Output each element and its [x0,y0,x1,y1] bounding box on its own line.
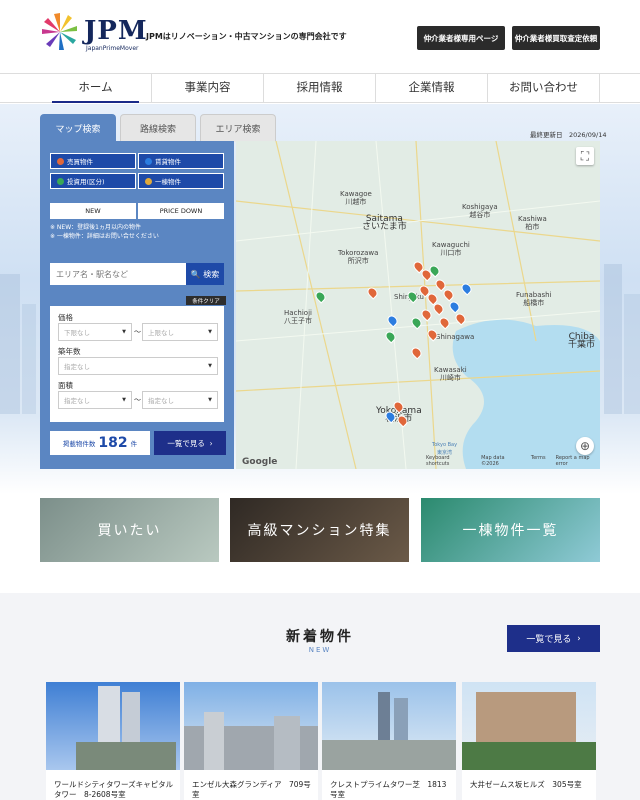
search-button-label: 検索 [203,269,220,279]
nav-business[interactable]: 事業内容 [152,73,264,103]
nav-contact[interactable]: お問い合わせ [488,73,600,103]
property-image [46,682,180,770]
area-search-input[interactable] [50,263,186,285]
map-label-chiba: Chiba 千葉市 [568,332,596,350]
property-name: 大井ゼームス坂ヒルズ 305号室 [470,780,582,789]
property-name: クレストプライムタワー芝 1813号室 [330,780,447,799]
price-down-filter-button[interactable]: PRICE DOWN [138,203,224,219]
property-card[interactable]: エンゼル大森グランディア 709号室 [184,682,318,800]
map-label-kawagoe: Kawagoe 川越市 [340,190,372,206]
property-card[interactable]: ワールドシティタワーズキャピタルタワー 8-2608号室 [46,682,180,800]
nav-company[interactable]: 企業情報 [376,73,488,103]
map-label-funabashi: Funabashi 船橋市 [516,291,552,307]
last-updated: 最終更新日 2026/09/14 [530,131,607,139]
property-image [322,682,456,770]
tab-map-search[interactable]: マップ検索 [40,114,116,142]
google-logo: Google [242,457,278,467]
nav-spacer-left [0,73,40,103]
map-keyboard-shortcuts[interactable]: Keyboard shortcuts [426,455,471,467]
area-max-select[interactable]: 指定なし [142,391,218,409]
pin-icon [145,157,152,165]
map-data-credit: Map data ©2026 [481,455,505,467]
search-button[interactable]: 🔍 検索 [186,263,224,285]
listing-count: 掲載物件数 182 件 [50,431,150,455]
area-tilde: ～ [134,396,141,404]
category-building[interactable]: 一棟物件 [138,173,224,189]
property-image [462,682,596,770]
price-min-select[interactable]: 下限なし [58,323,132,341]
category-label: 投資用(区分) [67,178,105,186]
property-name: エンゼル大森グランディア 709号室 [192,780,311,799]
tab-line-search[interactable]: 路線検索 [120,114,196,142]
banner-buy-label: 買いたい [97,523,162,539]
property-image [184,682,318,770]
agent-request-button[interactable]: 仲介業者様買取査定依頼 [512,26,600,50]
nav-recruit[interactable]: 採用情報 [264,73,376,103]
search-panel: 売買物件 賃貸物件 投資用(区分) 一棟物件 NEW PRICE DOWN ※ … [40,141,234,469]
banner-luxury-label: 高級マンション特集 [247,523,392,539]
new-filter-button[interactable]: NEW [50,203,136,219]
logo-mark[interactable] [40,12,80,56]
view-list-label: 一覧で見る [167,438,205,448]
map-label-saitama: Saitama さいたま市 [362,214,407,232]
price-label: 価格 [58,313,73,322]
pin-icon [57,177,64,185]
banner-building[interactable]: 一棟物件一覧 [421,498,600,562]
age-label: 築年数 [58,347,81,356]
map-report-link[interactable]: Report a map error [556,455,600,467]
pin-icon [145,177,152,185]
pin-icon [57,157,64,165]
count-number: 182 [98,435,128,451]
category-label: 一棟物件 [155,178,181,186]
clear-conditions-button[interactable]: 条件クリア [186,296,226,305]
main-nav: ホーム 事業内容 採用情報 企業情報 お問い合わせ [0,73,640,103]
price-max-select[interactable]: 上限なし [142,323,218,341]
property-map[interactable]: Kawagoe 川越市 Saitama さいたま市 Koshigaya 越谷市 Kas… [236,141,600,469]
map-label-kashiwa: Kashiwa 柏市 [518,215,547,231]
count-suffix: 件 [130,440,138,448]
filter-box: 価格 下限なし ～ 上限なし 築年数 指定なし 面積 指定なし ～ 指定なし [50,306,224,422]
news-view-all-label: 一覧で見る [526,635,572,645]
nav-home[interactable]: ホーム [40,73,152,103]
map-label-hachioji: Hachioji 八王子市 [284,309,312,325]
tab-area-search[interactable]: エリア検索 [200,114,276,142]
map-label-koshigaya: Koshigaya 越谷市 [462,203,498,219]
area-label: 面積 [58,381,73,390]
map-label-shinagawa: Shinagawa [436,333,475,341]
category-label: 賃貸物件 [155,158,181,166]
note-building: ※ 一棟物件：詳細はお問い合せください [50,233,159,240]
search-tabs: マップ検索 路線検索 エリア検索 [40,114,276,142]
banner-building-label: 一棟物件一覧 [462,523,559,539]
logo-text: JPM [84,16,148,46]
category-label: 売買物件 [67,158,93,166]
property-name: ワールドシティタワーズキャピタルタワー 8-2608号室 [54,780,174,799]
fullscreen-icon[interactable]: ⛶ [576,147,594,165]
note-new: ※ NEW：登録後1ヵ月以内の物件 [50,224,141,231]
count-prefix: 掲載物件数 [62,440,96,448]
view-list-button[interactable]: 一覧で見る › [154,431,226,455]
category-investment[interactable]: 投資用(区分) [50,173,136,189]
nav-spacer-right [600,73,640,103]
banner-buy[interactable]: 買いたい [40,498,219,562]
age-select[interactable]: 指定なし [58,357,218,375]
property-card[interactable]: クレストプライムタワー芝 1813号室 [322,682,456,800]
banner-luxury[interactable]: 高級マンション特集 [230,498,409,562]
category-sale[interactable]: 売買物件 [50,153,136,169]
area-min-select[interactable]: 指定なし [58,391,132,409]
agent-page-button[interactable]: 仲介業者様専用ページ [417,26,505,50]
map-label-kawasaki: Kawasaki 川崎市 [434,366,467,382]
map-terms-link[interactable]: Terms [531,455,546,467]
property-card[interactable]: 大井ゼームス坂ヒルズ 305号室 [462,682,596,800]
news-view-all-button[interactable]: 一覧で見る › [507,625,600,652]
map-label-tokorozawa: Tokorozawa 所沢市 [338,249,379,265]
category-rent[interactable]: 賃貸物件 [138,153,224,169]
map-label-kawaguchi: Kawaguchi 川口市 [432,241,470,257]
tagline: JPMはリノベーション・中古マンションの専門会社です [146,32,347,41]
street-view-icon[interactable]: ⊕ [576,437,594,455]
price-tilde: ～ [134,328,141,336]
logo-subtitle: JapanPrimeMover [86,45,139,52]
map-footer: Keyboard shortcuts Map data ©2026 Terms … [426,455,600,467]
